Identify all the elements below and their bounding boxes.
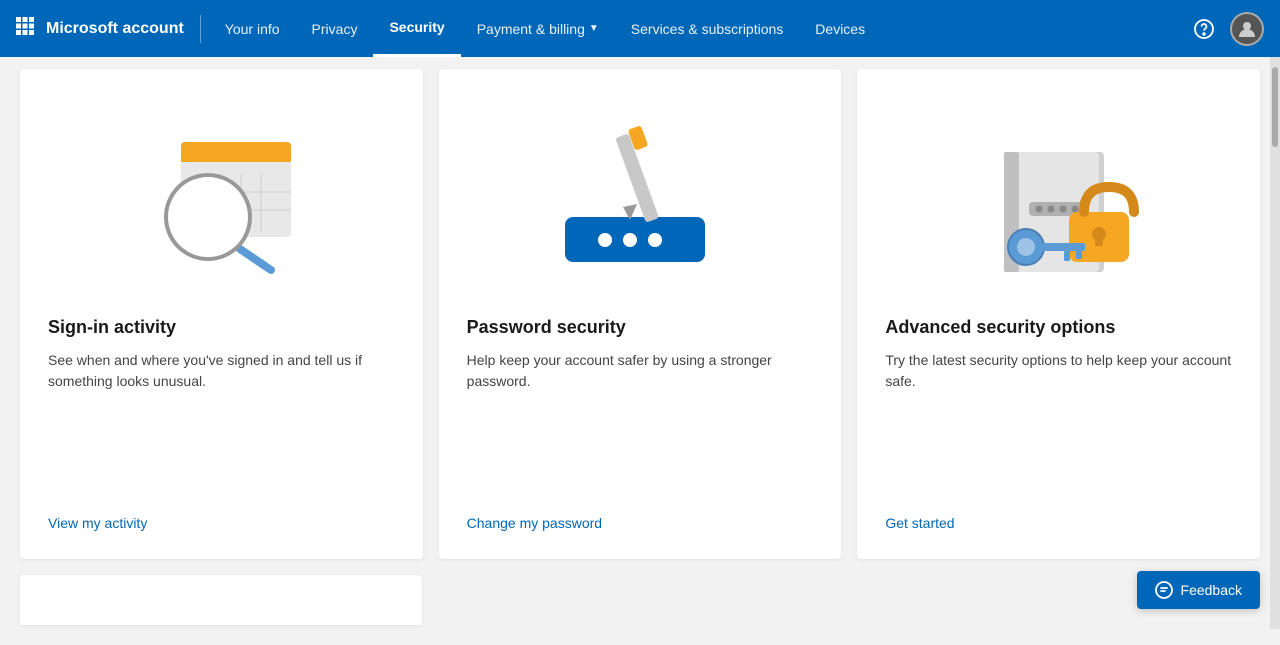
nav-link-your-info[interactable]: Your info bbox=[209, 0, 296, 57]
feedback-button[interactable]: Feedback bbox=[1137, 571, 1260, 609]
sign-in-activity-illustration bbox=[48, 97, 395, 297]
scrollbar[interactable] bbox=[1270, 57, 1280, 629]
nav-link-payment-billing[interactable]: Payment & billing ▼ bbox=[461, 0, 615, 57]
card-sign-in-activity: Sign-in activity See when and where you'… bbox=[20, 69, 423, 559]
nav-right bbox=[1186, 11, 1264, 47]
feedback-label: Feedback bbox=[1181, 582, 1242, 598]
password-security-illustration bbox=[467, 97, 814, 297]
feedback-icon bbox=[1155, 581, 1173, 599]
nav-link-privacy[interactable]: Privacy bbox=[296, 0, 374, 57]
card-advanced-title: Advanced security options bbox=[885, 317, 1232, 338]
card-password-title: Password security bbox=[467, 317, 814, 338]
bottom-partial-row bbox=[20, 575, 1260, 625]
chevron-down-icon: ▼ bbox=[589, 23, 599, 34]
advanced-security-illustration bbox=[885, 97, 1232, 297]
nav-link-security[interactable]: Security bbox=[373, 0, 460, 57]
apps-icon[interactable] bbox=[16, 17, 34, 40]
nav-link-services-subscriptions[interactable]: Services & subscriptions bbox=[615, 0, 800, 57]
card-password-desc: Help keep your account safer by using a … bbox=[467, 350, 814, 491]
card-advanced-security: Advanced security options Try the latest… bbox=[857, 69, 1260, 559]
card-sign-in-title: Sign-in activity bbox=[48, 317, 395, 338]
cards-grid: Sign-in activity See when and where you'… bbox=[20, 69, 1260, 559]
nav-link-devices[interactable]: Devices bbox=[799, 0, 881, 57]
get-started-link[interactable]: Get started bbox=[885, 515, 1232, 531]
nav-divider bbox=[200, 15, 201, 43]
nav-brand[interactable]: Microsoft account bbox=[46, 20, 184, 38]
avatar[interactable] bbox=[1230, 12, 1264, 46]
view-activity-link[interactable]: View my activity bbox=[48, 515, 395, 531]
help-icon[interactable] bbox=[1186, 11, 1222, 47]
card-sign-in-desc: See when and where you've signed in and … bbox=[48, 350, 395, 491]
partial-card bbox=[20, 575, 422, 625]
change-password-link[interactable]: Change my password bbox=[467, 515, 814, 531]
content-area: Sign-in activity See when and where you'… bbox=[0, 57, 1280, 645]
navbar: Microsoft account Your info Privacy Secu… bbox=[0, 0, 1280, 57]
nav-links: Your info Privacy Security Payment & bil… bbox=[209, 0, 1186, 57]
scrollbar-thumb[interactable] bbox=[1272, 67, 1278, 147]
card-password-security: Password security Help keep your account… bbox=[439, 69, 842, 559]
card-advanced-desc: Try the latest security options to help … bbox=[885, 350, 1232, 491]
